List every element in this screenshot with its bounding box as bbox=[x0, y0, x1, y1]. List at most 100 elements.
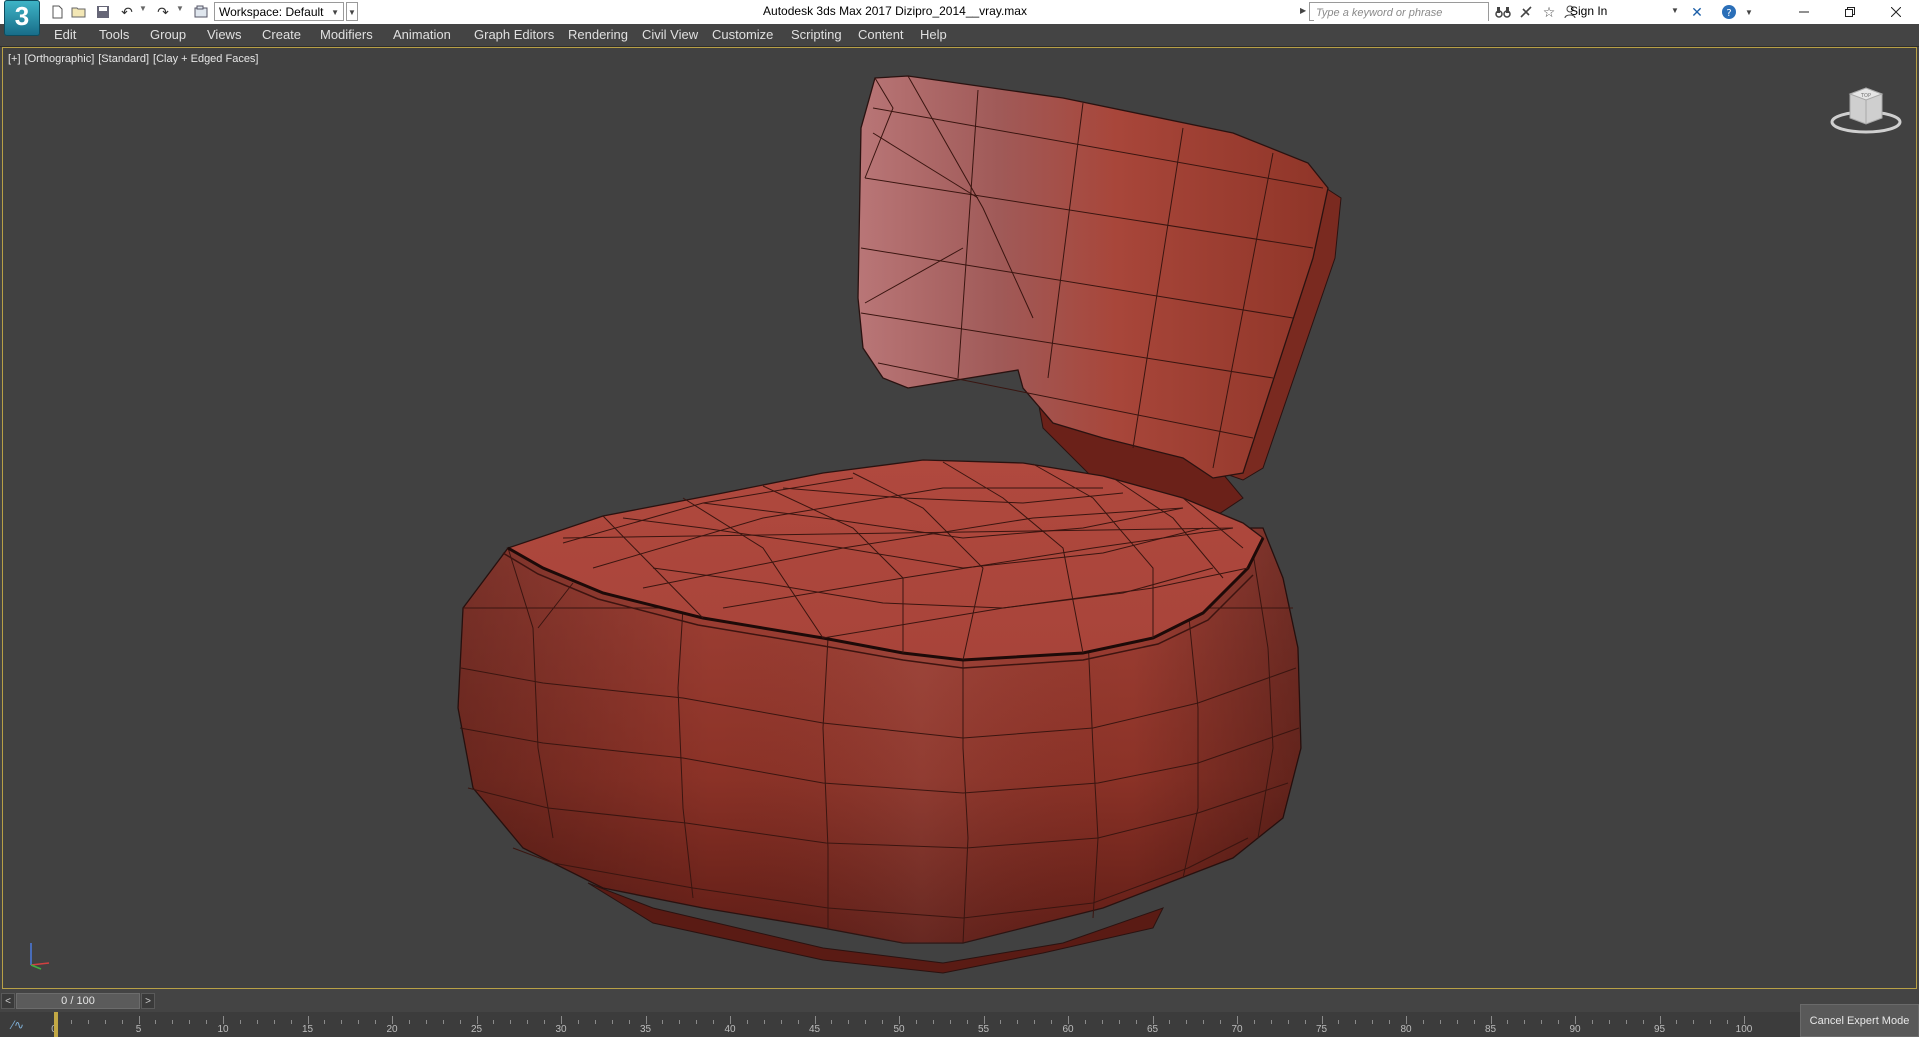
ruler-tick bbox=[1186, 1020, 1188, 1024]
ruler-tick bbox=[1625, 1020, 1627, 1024]
ruler-label: 70 bbox=[1231, 1024, 1243, 1035]
menu-bar: Edit Tools Group Views Create Modifiers … bbox=[0, 24, 1919, 47]
viewcube-icon[interactable]: TOP bbox=[1826, 80, 1906, 140]
communication-center-icon[interactable] bbox=[1517, 3, 1535, 21]
menu-customize[interactable]: Customize bbox=[712, 27, 773, 42]
menu-views[interactable]: Views bbox=[207, 27, 241, 42]
cancel-expert-mode-button[interactable]: Cancel Expert Mode bbox=[1800, 1004, 1919, 1037]
ruler-tick bbox=[256, 1020, 258, 1024]
title-bar: 3 ↶ ▼ ↷ ▼ Workspace: Default ▼ ▼ Autodes… bbox=[0, 0, 1919, 36]
ruler-tick bbox=[1152, 1016, 1154, 1024]
ruler-tick bbox=[1287, 1020, 1289, 1024]
ruler-label: 55 bbox=[977, 1024, 990, 1035]
ruler-label: 75 bbox=[1315, 1024, 1328, 1035]
menu-content[interactable]: Content bbox=[858, 27, 904, 42]
ruler-tick bbox=[1000, 1020, 1002, 1024]
ruler-tick bbox=[1220, 1020, 1222, 1024]
menu-rendering[interactable]: Rendering bbox=[568, 27, 628, 42]
menu-tools[interactable]: Tools bbox=[99, 27, 129, 42]
ruler-tick bbox=[104, 1020, 106, 1024]
menu-civil-view[interactable]: Civil View bbox=[642, 27, 698, 42]
ruler-tick bbox=[70, 1020, 72, 1024]
ruler-tick bbox=[1558, 1020, 1560, 1024]
menu-animation[interactable]: Animation bbox=[393, 27, 451, 42]
ruler-tick bbox=[1304, 1020, 1306, 1024]
ruler-tick bbox=[189, 1020, 191, 1024]
favorites-star-icon[interactable]: ☆ bbox=[1540, 3, 1558, 21]
ruler-tick bbox=[1372, 1020, 1374, 1024]
ruler-tick bbox=[797, 1020, 799, 1024]
binoculars-icon[interactable] bbox=[1494, 3, 1512, 21]
ruler-tick bbox=[1135, 1020, 1137, 1024]
mini-curve-editor-icon[interactable]: ⁄∿ bbox=[12, 1018, 24, 1032]
chair-model[interactable] bbox=[3, 48, 1916, 988]
perspective-viewport[interactable]: [+] [Orthographic] [Standard] [Clay + Edged… bbox=[2, 47, 1917, 989]
ruler-tick bbox=[476, 1016, 478, 1024]
ruler-label: 5 bbox=[135, 1024, 142, 1035]
sign-in-link[interactable]: Sign In bbox=[1570, 4, 1607, 18]
ruler-tick bbox=[1456, 1020, 1458, 1024]
ruler-tick bbox=[1017, 1020, 1019, 1024]
ruler-tick bbox=[1659, 1016, 1661, 1024]
ruler-tick bbox=[155, 1020, 157, 1024]
ruler-tick bbox=[713, 1020, 715, 1024]
ruler-tick bbox=[527, 1020, 529, 1024]
help-icon[interactable]: ? bbox=[1720, 3, 1738, 21]
ruler-tick bbox=[493, 1020, 495, 1024]
ruler-tick bbox=[577, 1020, 579, 1024]
axis-tripod-icon bbox=[30, 943, 50, 970]
ruler-tick bbox=[1575, 1016, 1576, 1024]
current-time-marker[interactable] bbox=[54, 1012, 58, 1037]
svg-text:?: ? bbox=[1726, 8, 1731, 19]
ruler-tick bbox=[1321, 1016, 1323, 1024]
viewcube-top-label: TOP bbox=[1860, 93, 1871, 99]
ruler-tick bbox=[1490, 1016, 1492, 1024]
previous-frame-button[interactable]: < bbox=[1, 993, 15, 1009]
ruler-tick bbox=[1338, 1020, 1340, 1024]
ruler-tick bbox=[1084, 1020, 1086, 1024]
menu-scripting[interactable]: Scripting bbox=[791, 27, 842, 42]
search-box[interactable] bbox=[1309, 2, 1489, 22]
menu-edit[interactable]: Edit bbox=[54, 27, 76, 42]
help-dropdown-icon[interactable]: ▼ bbox=[1740, 3, 1758, 21]
search-input[interactable] bbox=[1314, 4, 1488, 22]
menu-help[interactable]: Help bbox=[920, 27, 947, 42]
ruler-tick bbox=[1473, 1020, 1475, 1024]
ruler-tick bbox=[1676, 1020, 1678, 1024]
ruler-tick bbox=[87, 1020, 89, 1024]
ruler-tick bbox=[611, 1020, 613, 1024]
ruler-tick bbox=[1203, 1020, 1205, 1024]
time-slider-thumb[interactable]: 0 / 100 bbox=[16, 993, 140, 1009]
close-button[interactable] bbox=[1873, 0, 1919, 24]
sign-in-dropdown-icon[interactable]: ▼ bbox=[1671, 6, 1679, 15]
minimize-button[interactable] bbox=[1781, 0, 1827, 24]
menu-group[interactable]: Group bbox=[150, 27, 186, 42]
ruler-tick bbox=[442, 1020, 444, 1024]
app-logo[interactable]: 3 bbox=[4, 0, 40, 36]
ruler-label: 85 bbox=[1484, 1024, 1497, 1035]
ruler-tick bbox=[1406, 1016, 1407, 1024]
ruler-tick bbox=[882, 1020, 884, 1024]
ruler-tick bbox=[375, 1020, 377, 1024]
ruler-tick bbox=[1591, 1020, 1593, 1024]
app-logo-text: 3 bbox=[14, 0, 30, 31]
infocenter-expand-icon[interactable]: ▶ bbox=[1300, 6, 1306, 15]
track-bar[interactable]: ⁄∿ 0510152025303540455055606570758085909… bbox=[0, 1012, 1919, 1037]
ruler-tick bbox=[915, 1020, 917, 1024]
ruler-tick bbox=[679, 1020, 681, 1024]
ruler-tick bbox=[544, 1020, 546, 1024]
ruler-label: 35 bbox=[639, 1024, 652, 1035]
ruler-tick bbox=[324, 1020, 326, 1024]
restore-button[interactable] bbox=[1827, 0, 1873, 24]
menu-modifiers[interactable]: Modifiers bbox=[320, 27, 373, 42]
next-frame-button[interactable]: > bbox=[141, 993, 155, 1009]
exchange-apps-icon[interactable]: ✕ bbox=[1688, 3, 1706, 21]
ruler-tick bbox=[1237, 1016, 1238, 1024]
ruler-tick bbox=[358, 1020, 360, 1024]
ruler-tick bbox=[239, 1020, 241, 1024]
menu-create[interactable]: Create bbox=[262, 27, 301, 42]
frame-ruler[interactable]: 0510152025303540455055606570758085909510… bbox=[51, 1012, 1754, 1037]
ruler-tick bbox=[1422, 1020, 1424, 1024]
ruler-tick bbox=[561, 1016, 562, 1024]
menu-graph-editors[interactable]: Graph Editors bbox=[474, 27, 554, 42]
